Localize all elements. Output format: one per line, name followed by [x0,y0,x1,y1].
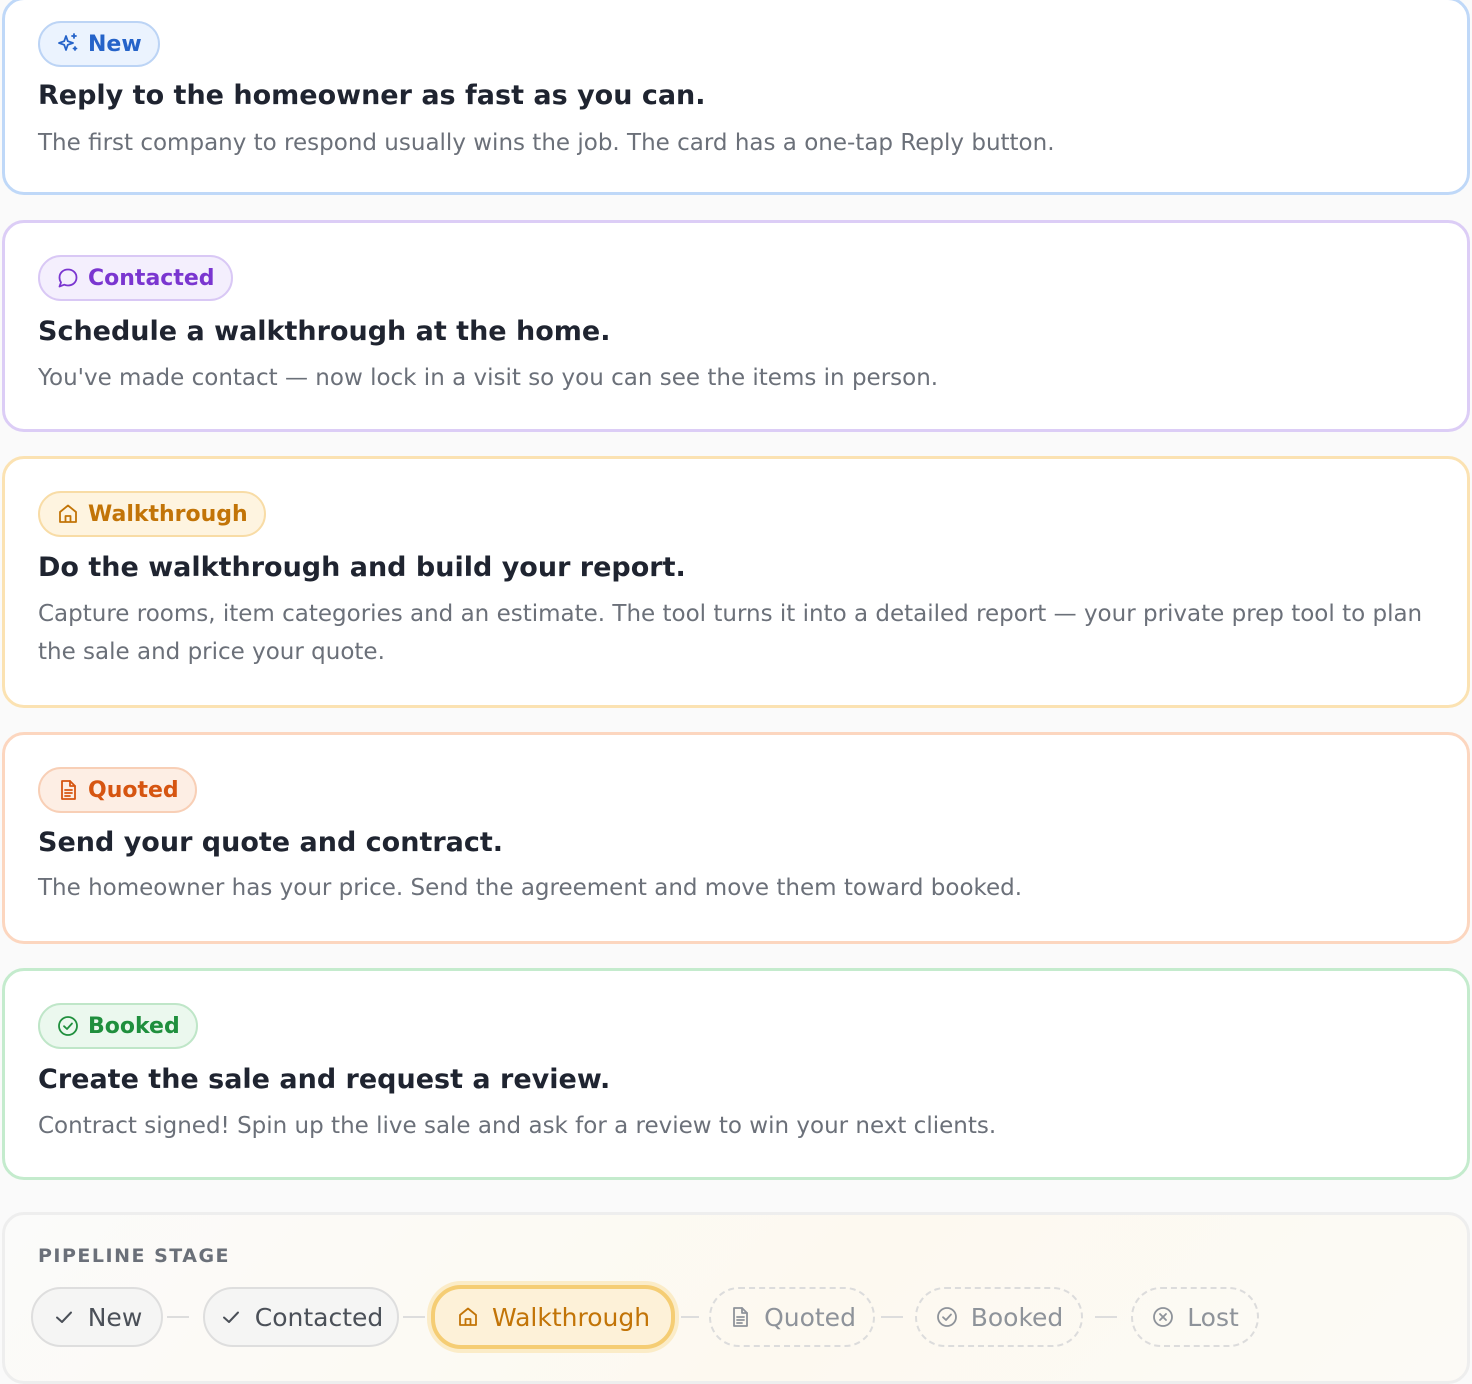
badge-walkthrough: Walkthrough [38,491,266,537]
stage-label: Lost [1187,1302,1239,1332]
document-icon [61,780,76,800]
card-description: The homeowner has your price. Send the a… [38,875,1023,901]
card-title: Send your quote and contract. [38,827,504,858]
stage-contacted[interactable]: Contacted [203,1287,399,1347]
stage-card-contacted: Contacted Schedule a walkthrough at the … [2,220,1470,432]
card-title: Schedule a walkthrough at the home. [38,316,611,347]
chat-bubble-icon [58,268,78,288]
badge-new: New [38,21,160,67]
stage-walkthrough[interactable]: Walkthrough [431,1285,675,1349]
stage-label: Contacted [254,1302,384,1332]
check-circle-icon [58,1016,78,1036]
badge-label: Quoted [88,777,179,803]
pipeline-stage-panel: PIPELINE STAGE New Contacted Walkthrough… [2,1212,1470,1384]
card-description: You've made contact — now lock in a visi… [38,365,939,391]
badge-booked: Booked [38,1003,198,1049]
stage-connector [403,1316,425,1318]
home-icon [59,504,77,523]
stage-connector [881,1316,903,1318]
pipeline-label: PIPELINE STAGE [38,1245,231,1267]
stage-label: Walkthrough [491,1302,651,1332]
card-description: The first company to respond usually win… [38,130,1055,156]
stage-connector [1095,1316,1117,1318]
card-title: Do the walkthrough and build your report… [38,552,686,583]
stage-connector [167,1316,189,1318]
stage-card-walkthrough: Walkthrough Do the walkthrough and build… [2,456,1470,708]
card-description: Capture rooms, item categories and an es… [38,601,1423,665]
badge-label: New [88,31,142,57]
stage-new[interactable]: New [31,1287,163,1347]
card-title: Reply to the homeowner as fast as you ca… [38,80,706,111]
stage-quoted[interactable]: Quoted [709,1287,875,1347]
badge-label: Walkthrough [88,501,248,527]
badge-quoted: Quoted [38,767,197,813]
stage-label: New [87,1302,143,1332]
badge-contacted: Contacted [38,255,233,301]
check-icon [222,1311,239,1323]
badge-label: Booked [88,1013,180,1039]
stage-card-new: New Reply to the homeowner as fast as yo… [2,0,1470,195]
check-icon [55,1311,72,1323]
document-icon [733,1307,748,1327]
stage-booked[interactable]: Booked [915,1287,1083,1347]
stage-label: Booked [970,1302,1064,1332]
badge-label: Contacted [88,265,215,291]
card-title: Create the sale and request a review. [38,1064,611,1095]
stage-lost[interactable]: Lost [1131,1287,1259,1347]
stage-card-quoted: Quoted Send your quote and contract. The… [2,732,1470,944]
x-circle-icon [1153,1307,1174,1327]
stage-connector [681,1316,699,1318]
stage-card-booked: Booked Create the sale and request a rev… [2,968,1470,1180]
card-description: Contract signed! Spin up the live sale a… [38,1113,997,1139]
stage-label: Quoted [764,1302,856,1332]
home-icon [459,1307,477,1326]
sparkles-icon [58,33,78,51]
check-circle-icon [936,1307,957,1327]
